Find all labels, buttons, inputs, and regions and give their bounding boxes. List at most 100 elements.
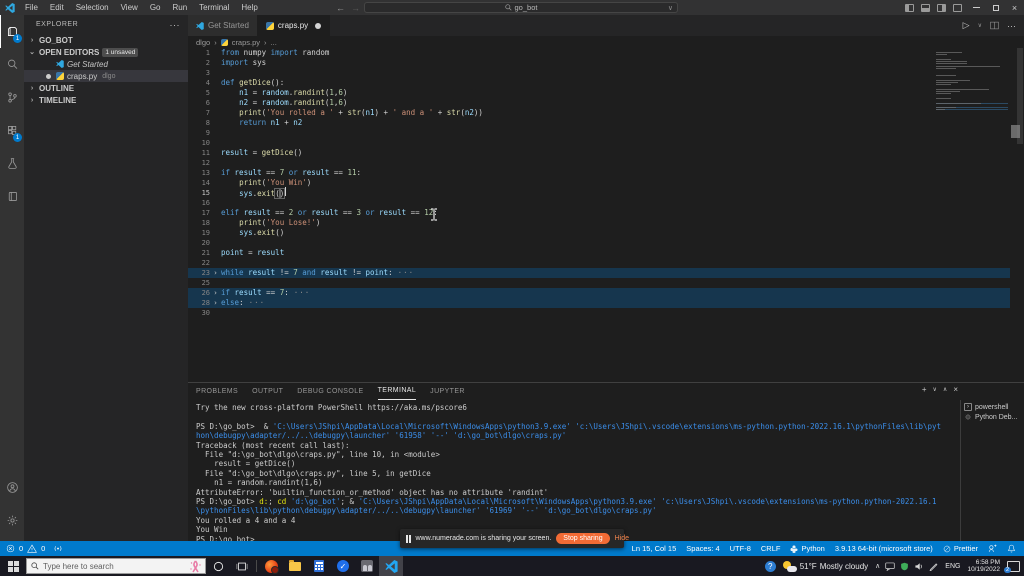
code-line[interactable]: 14 print('You Win')	[188, 178, 1010, 188]
code-line[interactable]: 30	[188, 308, 1010, 318]
code-line[interactable]: 6 n2 = random.randint(1,6)	[188, 98, 1010, 108]
formatter-status[interactable]: Prettier	[943, 544, 978, 553]
code-line[interactable]: 22	[188, 258, 1010, 268]
explorer-actions-icon[interactable]: ···	[170, 20, 181, 30]
code-line[interactable]: 18 print('You Lose!')	[188, 218, 1010, 228]
menu-help[interactable]: Help	[235, 0, 263, 15]
encoding[interactable]: UTF-8	[730, 544, 751, 553]
code-line[interactable]: 7 print('You rolled a ' + str(n1) + ' an…	[188, 108, 1010, 118]
terminal-output[interactable]: Try the new cross-platform PowerShell ht…	[196, 403, 944, 544]
start-button[interactable]	[0, 556, 26, 576]
maximize-panel-icon[interactable]: ∧	[943, 386, 947, 393]
action-center-icon[interactable]: 2	[1004, 560, 1020, 573]
warning-count[interactable]: 0	[41, 544, 45, 553]
code-lines[interactable]: 1 from numpy import random 2 import sys 3 4 de…	[188, 48, 1010, 318]
panel-tab-debug-console[interactable]: DEBUG CONSOLE	[297, 384, 363, 400]
speaker-icon[interactable]	[914, 562, 924, 571]
teams-chat-icon[interactable]	[885, 562, 895, 571]
split-editor-icon[interactable]	[990, 21, 999, 30]
taskbar-app-todo[interactable]: ✓	[331, 556, 355, 576]
code-line[interactable]: 9	[188, 128, 1010, 138]
activity-testing[interactable]	[0, 147, 24, 180]
code-line[interactable]: 25	[188, 278, 1010, 288]
terminal-item-powershell[interactable]: › powershell	[961, 402, 1024, 412]
toggle-sidebar-icon[interactable]	[905, 3, 914, 12]
hide-button[interactable]: Hide	[615, 535, 629, 542]
taskbar-app-browser[interactable]	[259, 556, 283, 576]
python-interpreter[interactable]: 3.9.13 64-bit (microsoft store)	[835, 544, 933, 553]
taskbar-search[interactable]: Type here to search	[26, 558, 206, 574]
menu-terminal[interactable]: Terminal	[193, 0, 235, 15]
stop-sharing-button[interactable]: Stop sharing	[556, 533, 610, 544]
fold-chevron-icon[interactable]: ›	[210, 268, 221, 278]
code-line[interactable]: 10	[188, 138, 1010, 148]
tray-overflow-icon[interactable]: ∧	[875, 562, 880, 570]
menu-view[interactable]: View	[115, 0, 144, 15]
breadcrumb-file[interactable]: craps.py	[232, 38, 260, 47]
breadcrumb-folder[interactable]: dlgo	[196, 38, 210, 47]
maximize-button[interactable]	[986, 0, 1005, 15]
code-line[interactable]: 23 › while result != 7 and result != point…	[188, 268, 1010, 278]
code-line[interactable]: 11 result = getDice()	[188, 148, 1010, 158]
security-shield-icon[interactable]	[900, 562, 909, 571]
code-line[interactable]: 16	[188, 198, 1010, 208]
panel-tab-problems[interactable]: PROBLEMS	[196, 384, 238, 400]
open-editors-section[interactable]: ⌄ OPEN EDITORS 1 unsaved	[24, 46, 188, 58]
clock[interactable]: 6:58 PM 10/19/2022	[967, 559, 1000, 574]
taskbar-app-calculator[interactable]	[307, 556, 331, 576]
taskbar-app-vscode[interactable]	[379, 556, 403, 576]
task-view-button[interactable]	[230, 556, 254, 576]
customize-layout-icon[interactable]	[953, 3, 962, 12]
code-line[interactable]: 5 n1 = random.randint(1,6)	[188, 88, 1010, 98]
command-center-search[interactable]: go_bot ∨	[364, 2, 678, 13]
code-line[interactable]: 17 elif result == 2 or result == 3 or res…	[188, 208, 1010, 218]
code-line[interactable]: 26 › if result == 7: ···	[188, 288, 1010, 298]
dirty-indicator-icon[interactable]	[315, 22, 322, 29]
activity-extensions[interactable]: 1	[0, 114, 24, 147]
menu-file[interactable]: File	[19, 0, 44, 15]
folder-go-bot[interactable]: › GO_BOT	[24, 34, 188, 46]
fold-chevron-icon[interactable]: ›	[210, 298, 221, 308]
code-line[interactable]: 21 point = result	[188, 248, 1010, 258]
panel-tab-terminal[interactable]: TERMINAL	[377, 383, 417, 400]
code-line[interactable]: 8 return n1 + n2	[188, 118, 1010, 128]
toggle-panel-icon[interactable]	[921, 3, 930, 12]
broadcast-icon[interactable]	[53, 544, 63, 553]
activity-source-control[interactable]	[0, 81, 24, 114]
code-line[interactable]: 2 import sys	[188, 58, 1010, 68]
new-terminal-icon[interactable]: +	[922, 385, 927, 394]
code-line[interactable]: 12	[188, 158, 1010, 168]
activity-notebook[interactable]	[0, 180, 24, 213]
language-mode[interactable]: Python	[790, 544, 825, 553]
terminal-dropdown-icon[interactable]: ∨	[933, 386, 937, 393]
indentation[interactable]: Spaces: 4	[686, 544, 719, 553]
feedback-icon[interactable]	[988, 544, 997, 553]
cursor-position[interactable]: Ln 15, Col 15	[632, 544, 677, 553]
taskbar-app-file-explorer[interactable]	[283, 556, 307, 576]
taskbar-app-people[interactable]	[355, 556, 379, 576]
menu-go[interactable]: Go	[144, 0, 167, 15]
cortana-button[interactable]	[206, 556, 230, 576]
code-line[interactable]: 19 sys.exit()	[188, 228, 1010, 238]
outline-section[interactable]: › OUTLINE	[24, 82, 188, 94]
close-button[interactable]: ×	[1005, 0, 1024, 15]
breadcrumb[interactable]: dlgo › craps.py › ...	[188, 36, 1024, 48]
forward-arrow-icon[interactable]: →	[351, 3, 360, 13]
code-line[interactable]: 15 sys.exit()	[188, 187, 1010, 199]
close-panel-icon[interactable]: ×	[953, 385, 958, 394]
toggle-secondary-sidebar-icon[interactable]	[937, 3, 946, 12]
eol-sequence[interactable]: CRLF	[761, 544, 781, 553]
breadcrumb-more[interactable]: ...	[271, 38, 277, 47]
error-count[interactable]: 0	[19, 544, 23, 553]
help-icon[interactable]: ?	[764, 560, 776, 572]
minimap[interactable]	[936, 52, 1008, 114]
menu-selection[interactable]: Selection	[70, 0, 115, 15]
bell-icon[interactable]	[1007, 544, 1016, 553]
activity-explorer[interactable]: 1	[0, 15, 24, 48]
code-line[interactable]: 13 if result == 7 or result == 11:	[188, 168, 1010, 178]
panel-tab-jupyter[interactable]: JUPYTER	[430, 384, 465, 400]
pen-icon[interactable]	[929, 562, 938, 571]
timeline-section[interactable]: › TIMELINE	[24, 94, 188, 106]
settings-button[interactable]	[0, 504, 24, 537]
code-line[interactable]: 3	[188, 68, 1010, 78]
